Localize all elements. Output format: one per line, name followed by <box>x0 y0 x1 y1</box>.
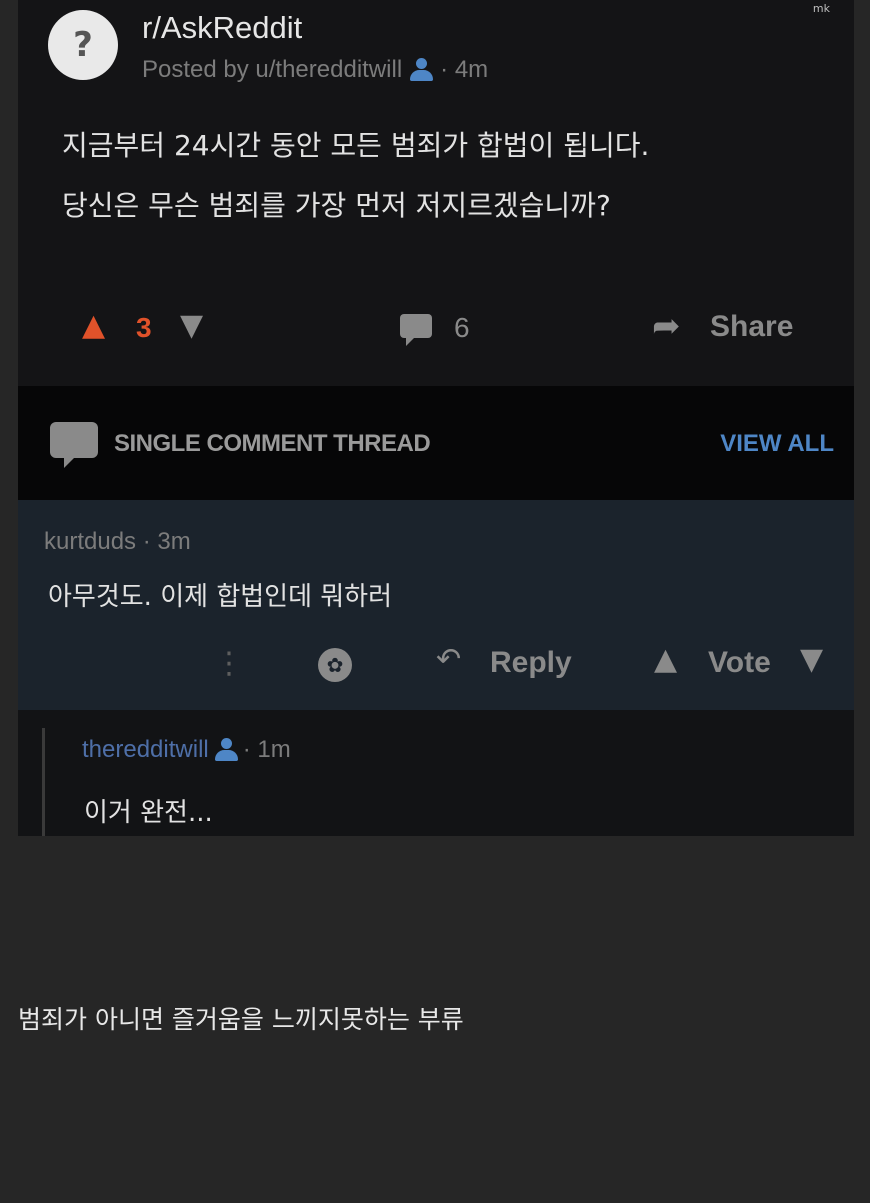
more-icon[interactable]: ⋮ <box>214 646 244 681</box>
post-body: 지금부터 24시간 동안 모든 범죄가 합법이 됩니다. 당신은 무슨 범죄를 … <box>62 116 822 236</box>
subreddit-name[interactable]: r/AskReddit <box>142 10 302 46</box>
reply-icon[interactable]: ↶ <box>436 642 461 677</box>
thread-title: SINGLE COMMENT THREAD <box>114 430 431 457</box>
downvote-icon[interactable]: ▼ <box>180 308 203 343</box>
user-icon <box>213 738 239 762</box>
share-icon[interactable]: ➦ <box>652 306 681 346</box>
comment-text: 아무것도. 이제 합법인데 뭐하러 <box>48 582 393 612</box>
reply-comment: theredditwill · 1m 이거 완전... <box>18 710 854 836</box>
post-body-line: 지금부터 24시간 동안 모든 범죄가 합법이 됩니다. <box>62 129 650 162</box>
reply-text: 이거 완전... <box>84 798 213 828</box>
thread-line[interactable] <box>42 728 45 836</box>
reply-time: · 1m <box>242 736 291 763</box>
avatar-icon[interactable]: ? <box>48 10 118 80</box>
upvote-icon[interactable]: ▲ <box>82 308 105 343</box>
user-icon <box>408 58 434 82</box>
vote-label: Vote <box>708 646 771 679</box>
share-button[interactable]: Share <box>710 310 793 344</box>
gild-icon[interactable]: ✿ <box>318 648 352 682</box>
question-mark-glyph: ? <box>73 25 93 65</box>
comment-meta[interactable]: kurtduds · 3m <box>44 528 191 556</box>
comment-thread-bar: SINGLE COMMENT THREAD VIEW ALL <box>18 386 854 500</box>
reddit-screenshot: mk ? r/AskReddit Posted by u/theredditwi… <box>18 0 854 836</box>
posted-by[interactable]: Posted by u/theredditwill <box>142 56 402 84</box>
reply-meta: theredditwill · 1m <box>82 736 291 764</box>
comment: kurtduds · 3m 아무것도. 이제 합법인데 뭐하러 ⋮ ✿ ↶ Re… <box>18 500 854 710</box>
comment-icon[interactable] <box>400 314 432 346</box>
view-all-button[interactable]: VIEW ALL <box>720 430 834 458</box>
reply-button[interactable]: Reply <box>490 646 572 680</box>
reply-author[interactable]: theredditwill <box>82 736 209 764</box>
chat-icon <box>50 422 98 468</box>
watermark: mk <box>812 2 830 15</box>
comment-count[interactable]: 6 <box>454 312 470 344</box>
post-meta: Posted by u/theredditwill · 4m <box>142 56 488 84</box>
post-score: 3 <box>136 312 152 343</box>
post-body-line: 당신은 무슨 범죄를 가장 먼저 저지르겠습니까? <box>62 189 611 222</box>
post-actions: ▲ 3 ▼ 6 ➦ Share <box>18 300 854 360</box>
downvote-icon[interactable]: ▼ <box>800 642 823 677</box>
post-card: mk ? r/AskReddit Posted by u/theredditwi… <box>18 0 854 385</box>
caption: 범죄가 아니면 즐거움을 느끼지못하는 부류 <box>18 1005 464 1034</box>
upvote-icon[interactable]: ▲ <box>654 642 677 677</box>
post-time: · 4m <box>440 56 489 83</box>
